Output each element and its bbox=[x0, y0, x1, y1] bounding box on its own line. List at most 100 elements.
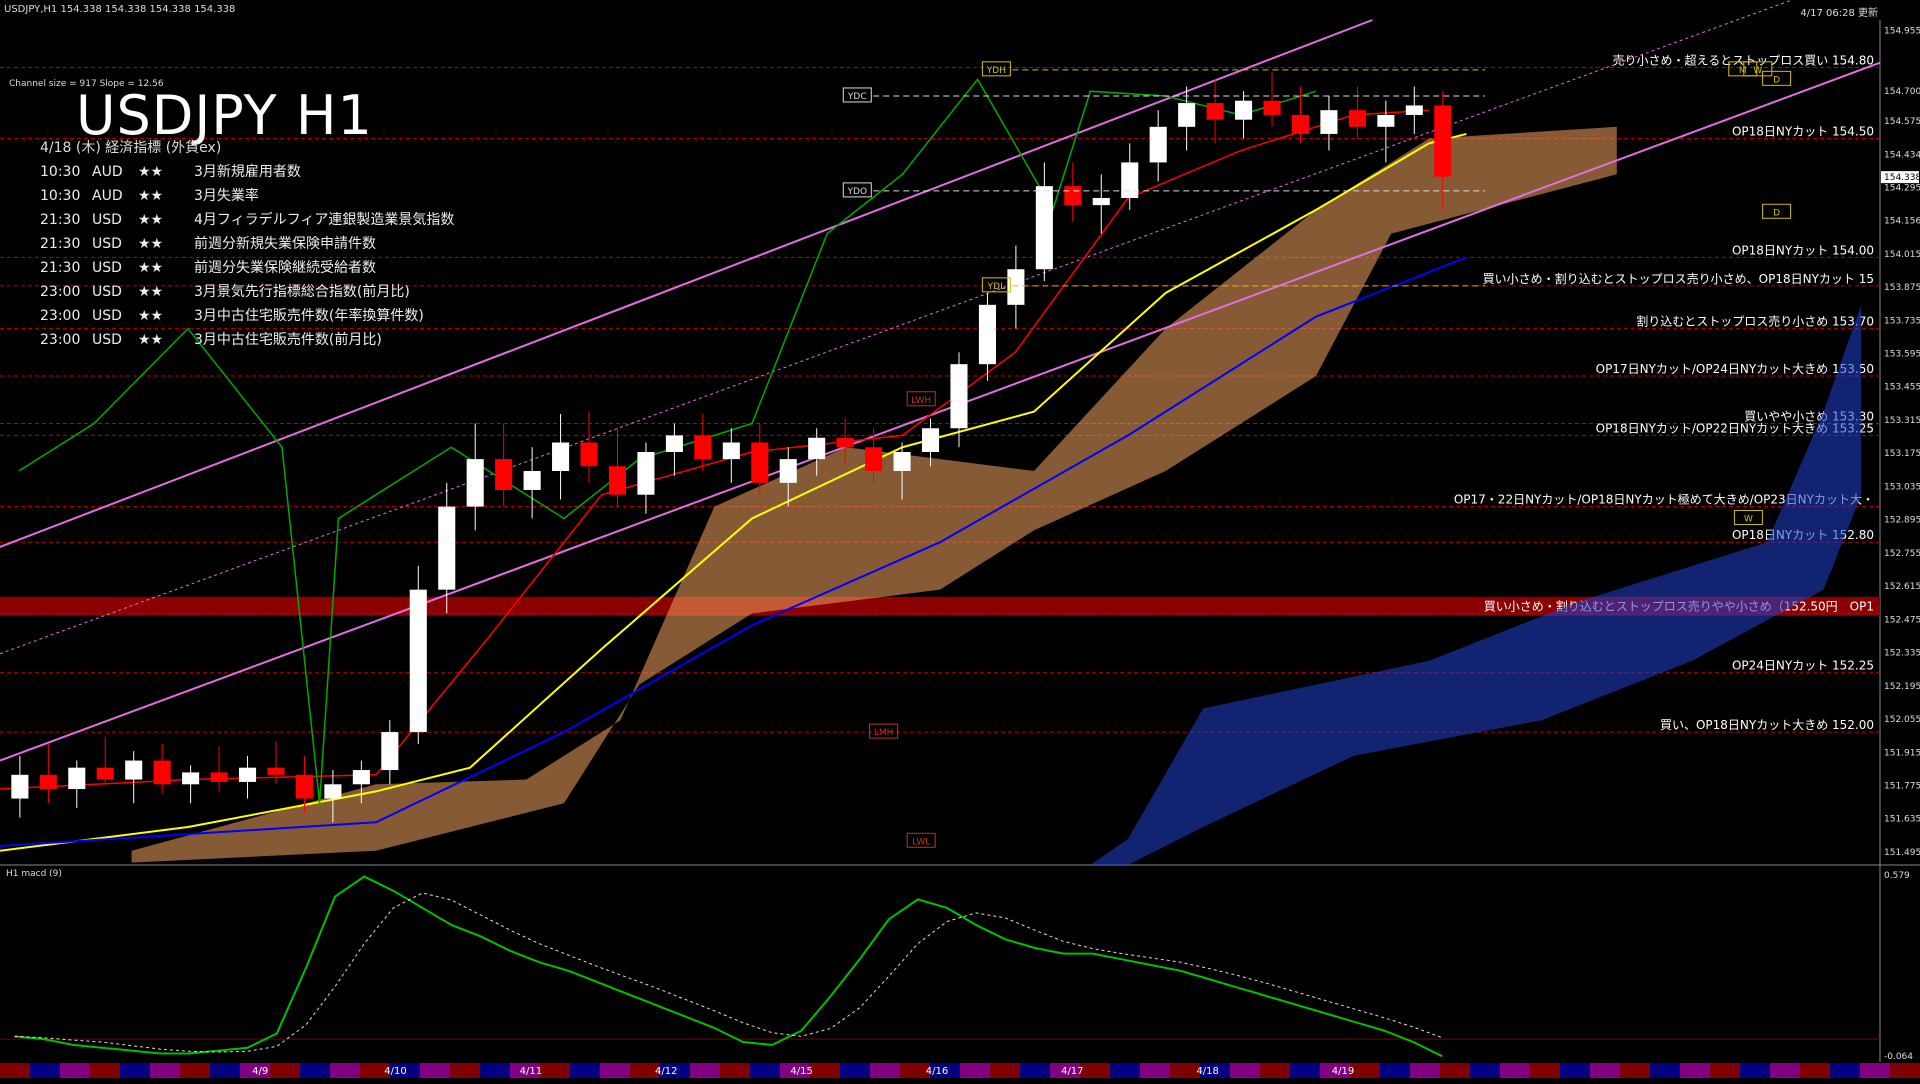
level-marker: D bbox=[1773, 208, 1780, 218]
calendar-name: 3月失業率 bbox=[194, 188, 259, 204]
session-strip-cell bbox=[1140, 1063, 1170, 1078]
x-axis-label: 4/19 bbox=[1332, 1066, 1354, 1077]
candle-body bbox=[409, 589, 427, 733]
candle-body bbox=[495, 459, 513, 490]
session-strip-cell bbox=[1410, 1063, 1440, 1078]
session-strip-cell bbox=[720, 1063, 750, 1078]
level-marker: W bbox=[1753, 66, 1762, 76]
calendar-name: 3月中古住宅販売件数(年率換算件数) bbox=[194, 308, 424, 324]
session-strip-cell bbox=[1230, 1063, 1260, 1078]
level-note: OP18日NYカット 154.00 bbox=[1732, 243, 1874, 257]
price-tick: 154.434 bbox=[1884, 150, 1920, 160]
candle-body bbox=[210, 772, 228, 782]
candle-body bbox=[637, 451, 655, 495]
price-tick: 151.635 bbox=[1884, 815, 1920, 825]
candle-body bbox=[125, 760, 143, 780]
price-tick: 152.195 bbox=[1884, 682, 1920, 692]
x-axis-label: 4/18 bbox=[1196, 1066, 1218, 1077]
calendar-name: 4月フィラデルフィア連銀製造業景気指数 bbox=[194, 212, 455, 228]
session-strip-cell bbox=[1860, 1063, 1890, 1078]
session-strip-cell bbox=[1110, 1063, 1140, 1078]
candle-body bbox=[836, 437, 854, 448]
candle-body bbox=[39, 774, 57, 790]
price-tick: 151.495 bbox=[1884, 848, 1920, 858]
candle-body bbox=[295, 774, 313, 799]
calendar-name: 3月景気先行指標総合指数(前月比) bbox=[194, 284, 410, 300]
price-tick: 153.875 bbox=[1884, 283, 1920, 293]
calendar-name: 3月新規雇用者数 bbox=[194, 164, 301, 180]
candle-body bbox=[1377, 114, 1395, 127]
candle-body bbox=[438, 506, 456, 590]
calendar-currency: USD bbox=[92, 236, 122, 252]
calendar-row: 10:30 AUD ★★ 3月失業率 bbox=[40, 185, 259, 205]
session-strip-cell bbox=[570, 1063, 600, 1078]
session-strip-cell bbox=[330, 1063, 360, 1078]
candle-body bbox=[978, 304, 996, 365]
candle-body bbox=[466, 459, 484, 507]
calendar-stars: ★★ bbox=[138, 188, 164, 204]
calendar-row: 23:00 USD ★★ 3月中古住宅販売件数(年率換算件数) bbox=[40, 305, 424, 325]
level-note: OP18日NYカット 154.50 bbox=[1732, 125, 1874, 139]
candle-body bbox=[893, 451, 911, 471]
calendar-row: 23:00 USD ★★ 3月中古住宅販売件数(前月比) bbox=[40, 329, 382, 349]
price-tick: 153.315 bbox=[1884, 416, 1920, 426]
calendar-currency: USD bbox=[92, 332, 122, 348]
session-strip-cell bbox=[1770, 1063, 1800, 1078]
calendar-row: 21:30 USD ★★ 前週分失業保険継続受給者数 bbox=[40, 257, 376, 277]
candle-body bbox=[751, 442, 769, 483]
candle-body bbox=[665, 435, 683, 452]
calendar-stars: ★★ bbox=[138, 212, 164, 228]
level-note: 割り込むとストップロス売り小さめ 153.70 bbox=[1636, 314, 1874, 329]
candle-body bbox=[1320, 110, 1338, 134]
level-note: OP17日NYカット/OP24日NYカット大きめ 153.50 bbox=[1596, 362, 1874, 376]
candle-body bbox=[1348, 110, 1366, 127]
calendar-name: 3月中古住宅販売件数(前月比) bbox=[194, 332, 382, 348]
session-strip-cell bbox=[750, 1063, 780, 1078]
x-axis-label: 4/10 bbox=[384, 1066, 406, 1077]
session-strip-cell bbox=[480, 1063, 510, 1078]
x-axis-label: 4/11 bbox=[520, 1066, 542, 1077]
candle-body bbox=[1263, 100, 1281, 115]
price-tick: 152.335 bbox=[1884, 649, 1920, 659]
candle-body bbox=[950, 364, 968, 429]
session-strip-cell bbox=[870, 1063, 900, 1078]
session-strip-cell bbox=[270, 1063, 300, 1078]
session-strip-cell bbox=[960, 1063, 990, 1078]
session-strip-cell bbox=[1260, 1063, 1290, 1078]
candle-body bbox=[1149, 126, 1167, 163]
calendar-time: 23:00 bbox=[40, 284, 81, 300]
calendar-currency: AUD bbox=[92, 188, 123, 204]
candle-body bbox=[1121, 162, 1139, 199]
session-strip-cell bbox=[1080, 1063, 1110, 1078]
calendar-stars: ★★ bbox=[138, 284, 164, 300]
session-strip-cell bbox=[450, 1063, 480, 1078]
session-strip-cell bbox=[1350, 1063, 1380, 1078]
price-tick: 153.175 bbox=[1884, 449, 1920, 459]
session-strip-cell bbox=[150, 1063, 180, 1078]
candle-body bbox=[1405, 105, 1423, 115]
chart-stage: 売り小さめ・超えるとストップロス買い 154.80 OP18日NYカット 154.… bbox=[0, 0, 1920, 1080]
price-tick: 154.955 bbox=[1884, 27, 1920, 37]
calendar-row: 21:30 USD ★★ 前週分新規失業保険申請件数 bbox=[40, 233, 376, 253]
session-strip-cell bbox=[420, 1063, 450, 1078]
calendar-currency: USD bbox=[92, 308, 122, 324]
calendar-time: 21:30 bbox=[40, 212, 81, 228]
price-tick: 154.156 bbox=[1884, 216, 1920, 226]
level-marker: LMH bbox=[874, 728, 894, 738]
session-strip-cell bbox=[90, 1063, 120, 1078]
session-strip-cell bbox=[210, 1063, 240, 1078]
calendar-stars: ★★ bbox=[138, 332, 164, 348]
candle-body bbox=[1291, 114, 1310, 134]
session-strip-cell bbox=[1710, 1063, 1740, 1078]
level-marker: YDL bbox=[987, 282, 1005, 292]
x-axis-label: 4/15 bbox=[790, 1066, 812, 1077]
session-strip-cell bbox=[1620, 1063, 1650, 1078]
calendar-time: 10:30 bbox=[40, 164, 81, 180]
session-strip-cell bbox=[30, 1063, 60, 1078]
session-strip-cell bbox=[1380, 1063, 1410, 1078]
level-note: 買い、OP18日NYカット大きめ 152.00 bbox=[1660, 718, 1874, 732]
calendar-name: 前週分新規失業保険申請件数 bbox=[194, 236, 376, 252]
symbol-header: USDJPY,H1 154.338 154.338 154.338 154.33… bbox=[4, 4, 236, 15]
price-tick: 154.295 bbox=[1884, 183, 1920, 193]
calendar-stars: ★★ bbox=[138, 260, 164, 276]
